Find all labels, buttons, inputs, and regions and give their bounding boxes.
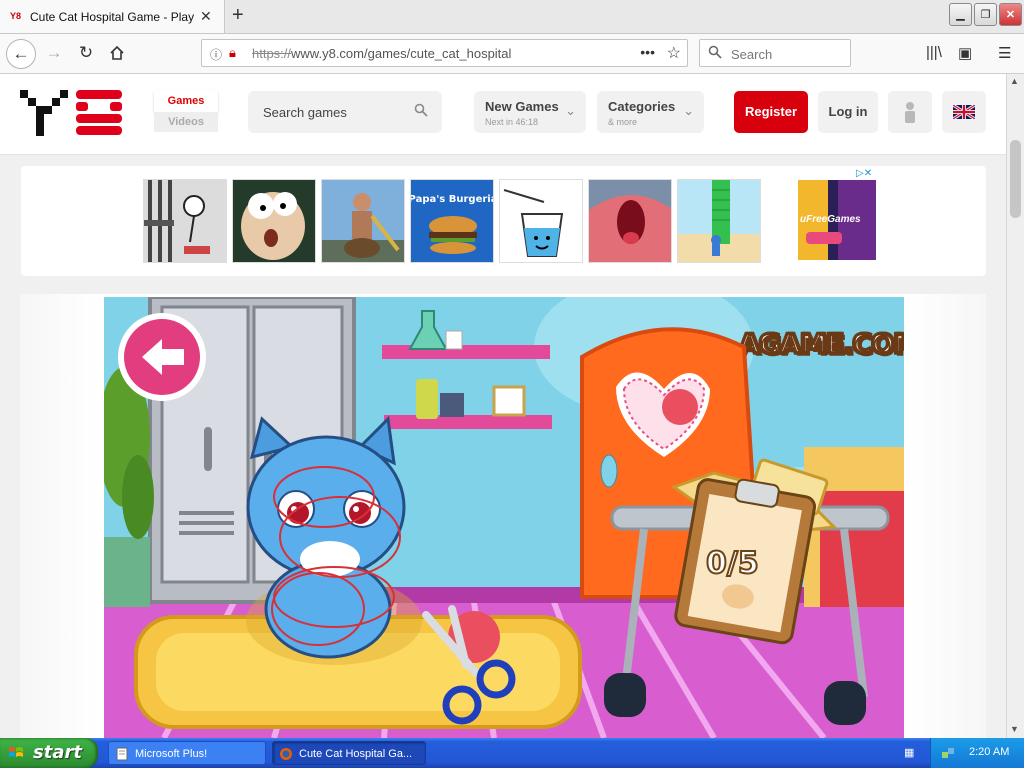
scrollbar-thumb[interactable] <box>1010 140 1021 218</box>
info-icon[interactable]: ⓘ <box>210 46 222 63</box>
game-canvas[interactable]: AGAME.COM 0/5 <box>104 297 904 738</box>
insecure-lock-icon[interactable]: 🔒︎ <box>229 45 236 61</box>
categories-dropdown[interactable]: Categories & more ⌄ <box>597 91 704 133</box>
game-thumbnail-stickman-prison[interactable] <box>143 179 227 263</box>
keyboard-icon[interactable]: ▦ <box>904 746 920 759</box>
system-tray: 2:20 AM <box>930 738 1024 768</box>
forward-button[interactable]: → <box>40 39 68 67</box>
chevron-down-icon: ⌄ <box>683 103 694 118</box>
window-controls: ▁ ❐ ✕ <box>949 3 1022 26</box>
back-button[interactable]: ← <box>6 39 36 69</box>
site-search-input[interactable]: Search games <box>248 91 442 133</box>
url-address: www.y8.com/games/cute_cat_hospital <box>291 46 512 61</box>
chevron-down-icon: ⌄ <box>565 103 576 118</box>
library-icon[interactable]: |||\ <box>926 44 942 61</box>
agame-brand-text: AGAME.COM <box>739 329 904 360</box>
stickman-prison-image <box>144 180 226 262</box>
videos-tab[interactable]: Videos <box>154 112 218 132</box>
search-icon[interactable] <box>414 103 428 117</box>
browser-navbar: ← → ↻ ⓘ 🔒︎ https://www.y8.com/games/cute… <box>0 34 1024 74</box>
game-thumbnail-cartoon-face[interactable] <box>232 179 316 263</box>
game-thumbnail-papas-burgeria[interactable]: Papa's Burgeria <box>410 179 494 263</box>
new-tab-button[interactable]: + <box>232 4 244 27</box>
page-content: Games Videos Search games New Games Next… <box>0 74 1006 738</box>
url-scheme: https:// <box>252 46 292 61</box>
ad-text: uFreeGames <box>800 214 861 225</box>
search-placeholder: Search <box>731 47 773 62</box>
browser-tab-active[interactable]: Y8 Cute Cat Hospital Game - Play onli ✕ <box>0 0 225 33</box>
mouth-game-image <box>589 180 671 262</box>
taskbar-item-label: Microsoft Plus! <box>135 748 208 760</box>
search-icon <box>708 45 722 59</box>
clock: 2:20 AM <box>969 746 1010 758</box>
game-thumbnail-mouth-game[interactable] <box>588 179 672 263</box>
firefox-icon <box>280 748 292 760</box>
windows-flag-icon <box>9 747 23 757</box>
user-profile-button[interactable] <box>888 91 932 133</box>
start-button[interactable]: start <box>0 738 98 768</box>
categories-label: Categories <box>608 99 676 114</box>
language-button[interactable] <box>942 91 986 133</box>
start-label: start <box>33 742 82 763</box>
url-text: https://www.y8.com/games/cute_cat_hospit… <box>252 46 511 61</box>
site-header: Games Videos Search games New Games Next… <box>0 74 1006 155</box>
progress-counter: 0/5 <box>706 546 759 581</box>
happy-glass-image <box>500 180 582 262</box>
game-thumbnail-tower-run[interactable] <box>677 179 761 263</box>
tab-close-icon[interactable]: ✕ <box>200 8 212 25</box>
user-icon <box>905 102 915 123</box>
getting-over-it-image <box>322 180 404 262</box>
taskbar-item-firefox[interactable]: Cute Cat Hospital Ga... <box>272 741 426 765</box>
back-arrow-icon: ← <box>12 44 30 63</box>
page-scrollbar[interactable]: ▲ ▼ <box>1006 74 1024 738</box>
papas-burgeria-image: Papa's Burgeria <box>411 180 494 262</box>
taskbar: start Microsoft Plus! Cute Cat Hospital … <box>0 738 1024 768</box>
restore-button[interactable]: ❐ <box>974 3 997 26</box>
login-button[interactable]: Log in <box>818 91 878 133</box>
reload-button[interactable]: ↻ <box>72 39 100 67</box>
games-tab[interactable]: Games <box>154 90 218 112</box>
categories-sub: & more <box>608 117 638 127</box>
ad-choices-icon[interactable]: ▷✕ <box>856 168 872 179</box>
featured-games-strip: Papa's Burgeria uFreeGames ▷✕ <box>21 166 986 276</box>
game-thumbnail-getting-over-it[interactable] <box>321 179 405 263</box>
games-videos-switch: Games Videos <box>154 90 218 134</box>
menu-icon[interactable]: ☰ <box>998 44 1011 62</box>
y8-logo[interactable] <box>20 90 124 136</box>
new-games-dropdown[interactable]: New Games Next in 46:18 ⌄ <box>474 91 586 133</box>
url-bar[interactable]: ⓘ 🔒︎ https://www.y8.com/games/cute_cat_h… <box>201 39 688 67</box>
new-games-countdown: Next in 46:18 <box>485 117 539 127</box>
scroll-down-icon[interactable]: ▼ <box>1010 724 1019 734</box>
tower-run-image <box>678 180 760 262</box>
minimize-button[interactable]: ▁ <box>949 3 972 26</box>
document-icon <box>116 747 128 761</box>
reload-icon: ↻ <box>78 43 94 62</box>
home-icon <box>110 45 124 60</box>
game-container: AGAME.COM 0/5 <box>20 294 986 738</box>
uk-flag-icon <box>953 105 975 119</box>
network-icon[interactable] <box>941 746 955 760</box>
ad-banner[interactable]: uFreeGames <box>798 180 876 260</box>
game-thumbnail-happy-glass[interactable] <box>499 179 583 263</box>
tab-title: Cute Cat Hospital Game - Play onli <box>30 10 195 24</box>
taskbar-item-microsoft-plus[interactable]: Microsoft Plus! <box>108 741 266 765</box>
register-button[interactable]: Register <box>734 91 808 133</box>
new-games-label: New Games <box>485 99 559 114</box>
cartoon-face-image <box>233 180 315 262</box>
forward-arrow-icon: → <box>45 43 63 62</box>
sidebar-icon[interactable]: ▣ <box>958 44 972 62</box>
site-search-placeholder: Search games <box>263 105 347 120</box>
home-button[interactable] <box>103 39 131 67</box>
papas-burgeria-text: Papa's Burgeria <box>411 194 494 205</box>
game-scene: AGAME.COM 0/5 <box>104 297 904 738</box>
browser-search-input[interactable]: Search <box>699 39 851 67</box>
browser-tabbar: Y8 Cute Cat Hospital Game - Play onli ✕ … <box>0 0 1024 34</box>
bookmark-star-icon[interactable]: ☆ <box>667 43 681 63</box>
page-actions-icon[interactable]: ••• <box>640 44 655 60</box>
window-close-button[interactable]: ✕ <box>999 3 1022 26</box>
scroll-up-icon[interactable]: ▲ <box>1010 76 1019 86</box>
y8-favicon-icon: Y8 <box>10 11 22 21</box>
taskbar-item-label: Cute Cat Hospital Ga... <box>299 748 413 760</box>
